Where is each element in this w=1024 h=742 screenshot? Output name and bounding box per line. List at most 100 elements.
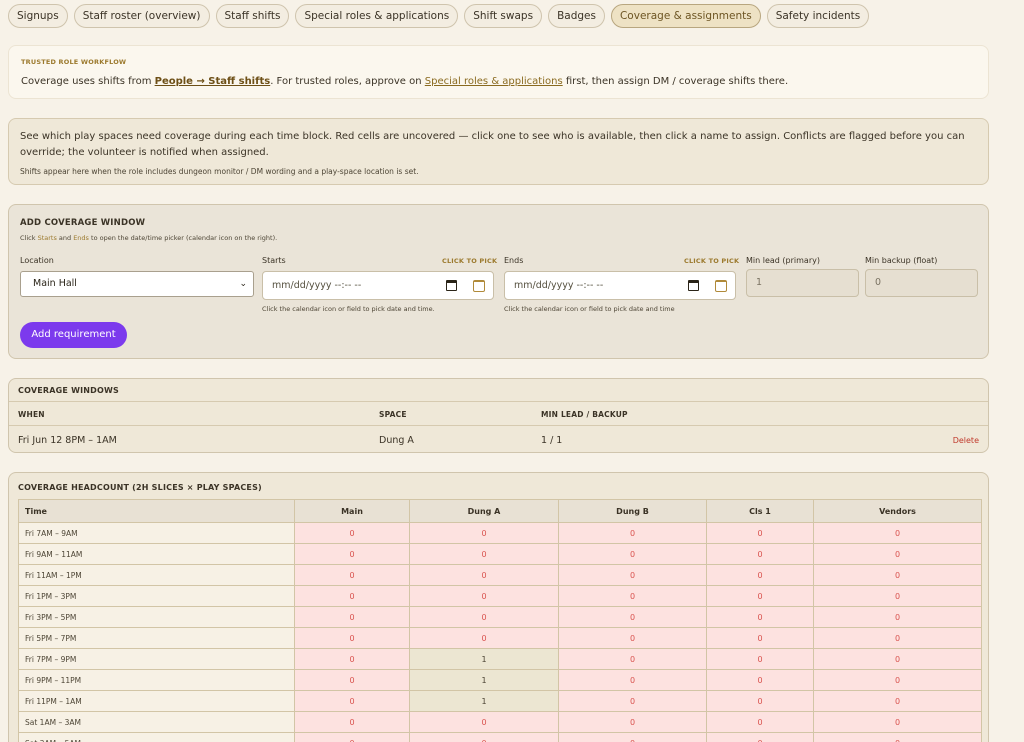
coverage-cell[interactable]: 0 (813, 711, 982, 733)
coverage-cell[interactable]: 0 (706, 543, 814, 565)
min-backup-input[interactable]: 0 (865, 269, 978, 297)
table-row: Fri 7PM – 9PM 0 1 0 0 0 (18, 648, 982, 670)
location-select[interactable]: Main Hall ⌄ (20, 271, 254, 297)
coverage-cell[interactable]: 0 (409, 522, 559, 544)
coverage-cell[interactable]: 0 (558, 585, 707, 607)
tab-shift-swaps[interactable]: Shift swaps (464, 4, 543, 28)
coverage-info-note: Shifts appear here when the role include… (20, 167, 419, 176)
coverage-cell[interactable]: 0 (294, 606, 410, 628)
coverage-cell[interactable]: 0 (409, 564, 559, 586)
coverage-cell[interactable]: 0 (409, 627, 559, 649)
time-slot-cell: Fri 11PM – 1AM (18, 690, 295, 712)
coverage-cell[interactable]: 1 (409, 648, 559, 670)
coverage-cell[interactable]: 0 (706, 585, 814, 607)
coverage-windows-header: WHEN SPACE MIN LEAD / BACKUP (9, 401, 988, 426)
coverage-cell[interactable]: 0 (409, 606, 559, 628)
ends-label: Ends (504, 256, 524, 265)
coverage-cell[interactable]: 0 (294, 648, 410, 670)
time-slot-cell: Fri 5PM – 7PM (18, 627, 295, 649)
coverage-cell[interactable]: 0 (294, 711, 410, 733)
add-requirement-button[interactable]: Add requirement (20, 322, 127, 348)
coverage-cell[interactable]: 0 (706, 669, 814, 691)
coverage-cell[interactable]: 0 (813, 522, 982, 544)
coverage-cell[interactable]: 0 (558, 669, 707, 691)
table-row: Fri 1PM – 3PM 0 0 0 0 0 (18, 585, 982, 607)
starts-datetime-input[interactable]: mm/dd/yyyy --:-- -- (262, 271, 494, 300)
coverage-cell[interactable]: 0 (813, 648, 982, 670)
coverage-cell[interactable]: 0 (558, 732, 707, 742)
coverage-cell[interactable]: 0 (813, 690, 982, 712)
time-slot-cell: Fri 7PM – 9PM (18, 648, 295, 670)
min-lead-input[interactable]: 1 (746, 269, 859, 297)
trusted-role-kicker: TRUSTED ROLE WORKFLOW (21, 58, 127, 66)
coverage-cell[interactable]: 0 (813, 585, 982, 607)
coverage-cell[interactable]: 0 (558, 522, 707, 544)
coverage-cell[interactable]: 0 (706, 732, 814, 742)
starts-placeholder: mm/dd/yyyy --:-- -- (272, 280, 362, 291)
coverage-cell[interactable]: 0 (813, 669, 982, 691)
hint-text: and (56, 234, 74, 242)
coverage-cell[interactable]: 0 (558, 648, 707, 670)
coverage-cell[interactable]: 1 (409, 669, 559, 691)
chevron-down-icon: ⌄ (239, 279, 247, 289)
coverage-cell[interactable]: 0 (558, 690, 707, 712)
hint-text: Click (20, 234, 38, 242)
coverage-cell[interactable]: 1 (409, 690, 559, 712)
coverage-cell[interactable]: 0 (294, 627, 410, 649)
tab-staff-shifts[interactable]: Staff shifts (215, 4, 290, 28)
table-row: Fri 9PM – 11PM 0 1 0 0 0 (18, 669, 982, 691)
coverage-cell[interactable]: 0 (409, 585, 559, 607)
coverage-cell[interactable]: 0 (409, 711, 559, 733)
coverage-cell[interactable]: 0 (294, 543, 410, 565)
coverage-cell[interactable]: 0 (558, 711, 707, 733)
coverage-cell[interactable]: 0 (813, 627, 982, 649)
coverage-cell[interactable]: 0 (813, 732, 982, 742)
header-space: Vendors (813, 499, 982, 523)
coverage-cell[interactable]: 0 (813, 543, 982, 565)
coverage-cell[interactable]: 0 (294, 732, 410, 742)
staff-shifts-link[interactable]: People → Staff shifts (155, 76, 271, 87)
tab-special-roles[interactable]: Special roles & applications (295, 4, 459, 28)
coverage-cell[interactable]: 0 (706, 690, 814, 712)
calendar-icon[interactable] (446, 280, 457, 291)
calendar-picker-icon[interactable] (715, 280, 727, 292)
header-when: WHEN (18, 410, 45, 419)
table-row: Fri 11PM – 1AM 0 1 0 0 0 (18, 690, 982, 712)
time-slot-cell: Sat 1AM – 3AM (18, 711, 295, 733)
coverage-cell[interactable]: 0 (294, 690, 410, 712)
time-slot-cell: Fri 3PM – 5PM (18, 606, 295, 628)
delete-window-button[interactable]: Delete (953, 436, 979, 445)
tab-safety-incidents[interactable]: Safety incidents (766, 4, 870, 28)
coverage-cell[interactable]: 0 (558, 606, 707, 628)
calendar-icon[interactable] (688, 280, 699, 291)
coverage-cell[interactable]: 0 (409, 732, 559, 742)
coverage-cell[interactable]: 0 (706, 606, 814, 628)
special-roles-link[interactable]: Special roles & applications (425, 76, 563, 87)
coverage-cell[interactable]: 0 (706, 522, 814, 544)
calendar-picker-icon[interactable] (473, 280, 485, 292)
tab-coverage-assignments[interactable]: Coverage & assignments (610, 4, 761, 28)
trusted-text-part: Coverage uses shifts from (21, 76, 155, 87)
coverage-cell[interactable]: 0 (558, 627, 707, 649)
coverage-cell[interactable]: 0 (294, 585, 410, 607)
coverage-cell[interactable]: 0 (409, 543, 559, 565)
tab-signups[interactable]: Signups (8, 4, 68, 28)
coverage-cell[interactable]: 0 (706, 648, 814, 670)
tab-staff-roster[interactable]: Staff roster (overview) (73, 4, 210, 28)
coverage-cell[interactable]: 0 (813, 564, 982, 586)
coverage-cell[interactable]: 0 (813, 606, 982, 628)
tab-badges[interactable]: Badges (548, 4, 605, 28)
coverage-cell[interactable]: 0 (294, 564, 410, 586)
coverage-cell[interactable]: 0 (558, 543, 707, 565)
coverage-info-text: See which play spaces need coverage duri… (20, 131, 965, 158)
ends-datetime-input[interactable]: mm/dd/yyyy --:-- -- (504, 271, 736, 300)
coverage-windows-title: COVERAGE WINDOWS (18, 386, 120, 395)
trusted-role-workflow-card: TRUSTED ROLE WORKFLOW Coverage uses shif… (8, 45, 989, 99)
coverage-cell[interactable]: 0 (294, 669, 410, 691)
coverage-cell[interactable]: 0 (294, 522, 410, 544)
coverage-cell[interactable]: 0 (558, 564, 707, 586)
time-slot-cell: Fri 1PM – 3PM (18, 585, 295, 607)
coverage-cell[interactable]: 0 (706, 564, 814, 586)
coverage-cell[interactable]: 0 (706, 711, 814, 733)
coverage-cell[interactable]: 0 (706, 627, 814, 649)
